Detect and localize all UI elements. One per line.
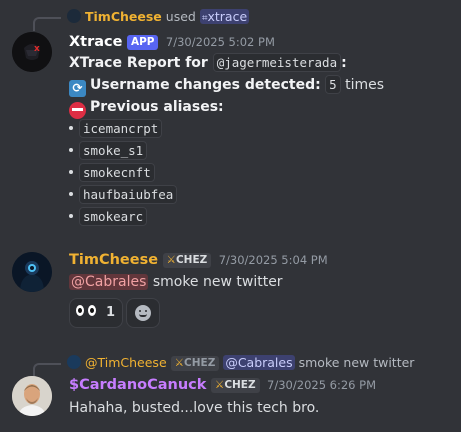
- msg1-header: Xtrace APP 7/30/2025 5:02 PM: [69, 34, 275, 50]
- bullet: [69, 214, 73, 218]
- alias-code: icemancrpt: [79, 119, 163, 138]
- message-text: Hahaha, busted...love this tech bro.: [69, 400, 320, 416]
- role-tag-label: CHEZ: [175, 254, 208, 266]
- reply-context[interactable]: TimCheese used ⌗xtrace: [67, 9, 250, 24]
- person-photo-icon: [12, 376, 52, 416]
- aliases-label-line: Previous aliases:: [69, 99, 224, 119]
- sword-icon: ⚔: [214, 379, 225, 391]
- timcheese-mini-avatar: [67, 9, 81, 23]
- bullet: [69, 148, 73, 152]
- timestamp[interactable]: 7/30/2025 5:02 PM: [166, 35, 275, 49]
- xtrace-avatar[interactable]: x: [12, 32, 52, 72]
- username-changes-label: Username changes detected:: [90, 77, 321, 93]
- bullet: [69, 126, 73, 130]
- add-reaction-icon: [135, 305, 151, 321]
- report-prefix: XTrace Report for: [69, 55, 208, 71]
- cardanocanuck-avatar[interactable]: [12, 376, 52, 416]
- bullet: [69, 170, 73, 174]
- reply-mention[interactable]: @Cabrales: [223, 355, 295, 370]
- reply-user[interactable]: TimCheese: [85, 9, 162, 24]
- alias-code: haufbaiubfea: [79, 185, 178, 204]
- alias-code: smoke_s1: [79, 141, 148, 160]
- msg2-header: TimCheese ⚔CHEZ 7/30/2025 5:04 PM: [69, 252, 328, 268]
- message-text: smoke new twitter: [152, 274, 283, 290]
- timcheese-avatar[interactable]: [12, 252, 52, 292]
- user-mention[interactable]: @Cabrales: [69, 274, 149, 290]
- msg2-content: @Cabrales smoke new twitter: [69, 274, 283, 290]
- reply-text: smoke new twitter: [298, 355, 415, 370]
- command-name: xtrace: [207, 9, 248, 24]
- reply-connector: [33, 363, 61, 377]
- no-entry-emoji-icon: [69, 102, 86, 119]
- alias-item: icemancrpt: [69, 119, 163, 138]
- username-changes-line: ⟳ Username changes detected: 5 times: [69, 75, 385, 97]
- author-name[interactable]: $CardanoCanuck: [69, 377, 206, 393]
- alias-code: smokecnft: [79, 163, 155, 182]
- svg-text:x: x: [34, 44, 40, 54]
- alias-item: smokecnft: [69, 163, 155, 182]
- repeat-emoji-icon: ⟳: [69, 80, 86, 97]
- sword-icon: ⚔: [166, 254, 176, 266]
- bullet: [69, 192, 73, 196]
- reply-role-tag: ⚔CHEZ: [170, 356, 220, 371]
- reply-used-text: used: [165, 9, 196, 24]
- timestamp[interactable]: 7/30/2025 6:26 PM: [267, 378, 376, 392]
- alias-item: smoke_s1: [69, 141, 148, 160]
- alias-item: haufbaiubfea: [69, 185, 178, 204]
- role-tag: ⚔CHEZ: [162, 253, 212, 268]
- reply-role-tag-label: CHEZ: [184, 357, 216, 369]
- sword-icon: ⚔: [174, 357, 185, 369]
- alias-code: smokearc: [79, 207, 148, 226]
- role-tag: ⚔CHEZ: [210, 378, 260, 393]
- slash-command-chip[interactable]: ⌗xtrace: [199, 9, 250, 24]
- reply-user[interactable]: @TimCheese: [85, 355, 167, 370]
- reaction-count: 1: [106, 305, 116, 320]
- msg3-header: $CardanoCanuck ⚔CHEZ 7/30/2025 6:26 PM: [69, 377, 376, 393]
- report-mention[interactable]: @jagermeisterada: [212, 53, 342, 72]
- reply-connector: [33, 17, 61, 31]
- timestamp[interactable]: 7/30/2025 5:04 PM: [219, 253, 328, 267]
- aliases-label: Previous aliases:: [90, 99, 224, 115]
- eyes-emoji-icon: [76, 304, 97, 320]
- author-name[interactable]: TimCheese: [69, 252, 158, 268]
- hooded-figure-icon: [12, 252, 52, 292]
- report-suffix: :: [341, 55, 347, 71]
- app-badge: APP: [126, 35, 159, 50]
- alias-item: smokearc: [69, 207, 148, 226]
- reaction-eyes[interactable]: 1: [69, 298, 123, 328]
- reply-context[interactable]: @TimCheese ⚔CHEZ @Cabrales smoke new twi…: [67, 355, 414, 371]
- username-changes-count: 5: [325, 75, 341, 94]
- timcheese-mini-avatar: [67, 355, 81, 369]
- msg3-content: Hahaha, busted...love this tech bro.: [69, 400, 319, 416]
- report-title: XTrace Report for @jagermeisterada:: [69, 53, 347, 72]
- username-changes-unit: times: [345, 77, 385, 93]
- author-name[interactable]: Xtrace: [69, 34, 122, 50]
- role-tag-label: CHEZ: [224, 379, 256, 391]
- add-reaction-button[interactable]: [126, 298, 160, 328]
- xtrace-logo-icon: x: [12, 32, 52, 72]
